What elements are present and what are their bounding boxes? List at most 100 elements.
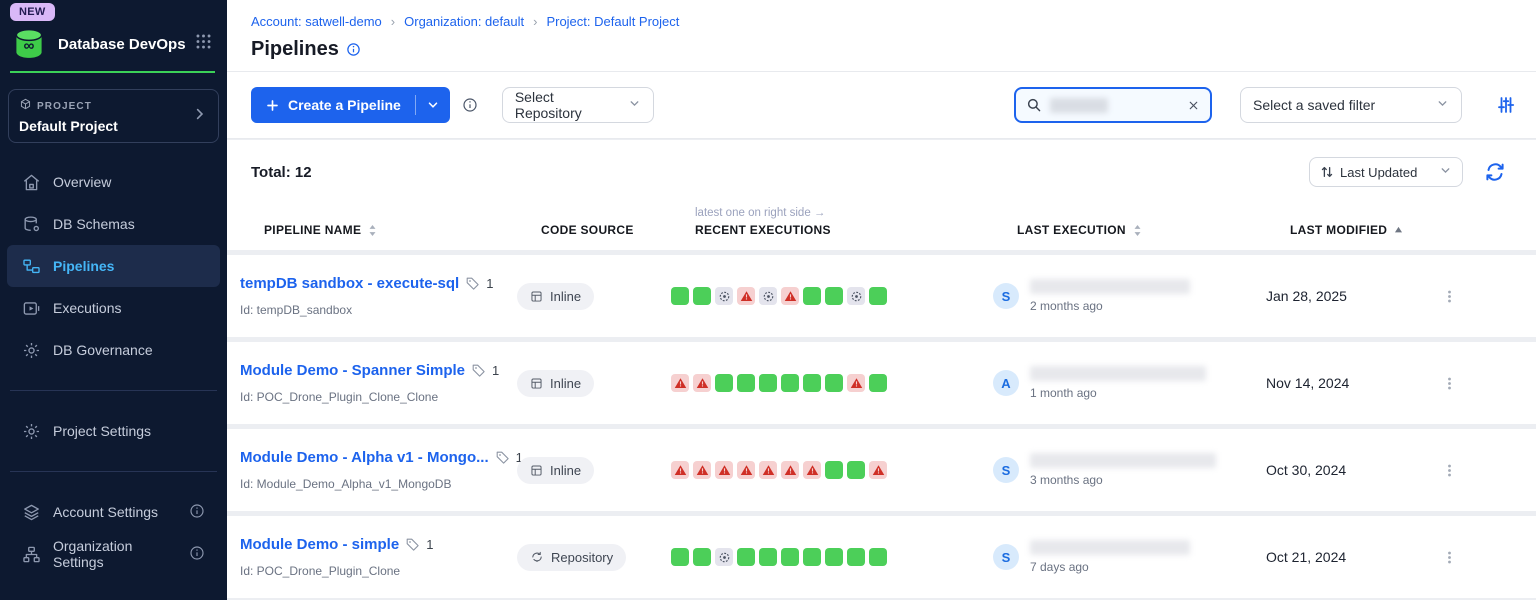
execution-status-failed[interactable] [693, 374, 711, 392]
execution-status-failed[interactable] [781, 461, 799, 479]
execution-status-success[interactable] [869, 548, 887, 566]
execution-status-success[interactable] [803, 548, 821, 566]
execution-status-success[interactable] [715, 374, 733, 392]
code-source-badge: Inline [517, 457, 594, 484]
row-actions-kebab-icon[interactable] [1438, 459, 1478, 482]
execution-status-success[interactable] [737, 548, 755, 566]
execution-status-success[interactable] [671, 287, 689, 305]
sort-asc-icon [1393, 226, 1404, 234]
inline-icon [530, 290, 543, 303]
execution-status-canceled[interactable] [715, 548, 733, 566]
execution-status-success[interactable] [759, 374, 777, 392]
execution-status-failed[interactable] [737, 287, 755, 305]
execution-status-success[interactable] [781, 374, 799, 392]
project-selector[interactable]: PROJECT Default Project [8, 89, 219, 143]
execution-status-success[interactable] [693, 548, 711, 566]
execution-status-success[interactable] [869, 374, 887, 392]
execution-status-failed[interactable] [847, 374, 865, 392]
pipeline-name-link[interactable]: Module Demo - Spanner Simple [240, 362, 465, 379]
execution-status-success[interactable] [825, 287, 843, 305]
info-icon[interactable] [346, 42, 361, 57]
info-icon[interactable] [189, 545, 205, 564]
sidebar-item-organization-settings[interactable]: Organization Settings [7, 533, 220, 575]
execution-status-failed[interactable] [781, 287, 799, 305]
column-header-code-source: CODE SOURCE [541, 223, 695, 237]
create-pipeline-button[interactable]: Create a Pipeline [251, 97, 415, 113]
column-header-last-execution[interactable]: LAST EXECUTION [1017, 223, 1290, 237]
execution-status-success[interactable] [781, 548, 799, 566]
search-icon [1026, 97, 1042, 113]
select-repository-dropdown[interactable]: Select Repository [502, 87, 654, 123]
execution-status-success[interactable] [759, 548, 777, 566]
execution-status-failed[interactable] [759, 461, 777, 479]
tag-icon [465, 276, 480, 291]
breadcrumb-account-link[interactable]: Account: satwell-demo [251, 14, 382, 29]
execution-status-success[interactable] [825, 461, 843, 479]
execution-status-success[interactable] [825, 548, 843, 566]
saved-filter-dropdown[interactable]: Select a saved filter [1240, 87, 1462, 123]
execution-status-success[interactable] [847, 548, 865, 566]
execution-status-canceled[interactable] [847, 287, 865, 305]
sidebar-item-account-settings[interactable]: Account Settings [7, 491, 220, 533]
sidebar-item-executions[interactable]: Executions [7, 287, 220, 329]
sidebar-item-db-schemas[interactable]: DB Schemas [7, 203, 220, 245]
breadcrumb-project-link[interactable]: Project: Default Project [546, 14, 679, 29]
execution-status-success[interactable] [803, 374, 821, 392]
execution-status-success[interactable] [737, 374, 755, 392]
apps-grid-icon[interactable] [194, 32, 213, 56]
execution-status-success[interactable] [825, 374, 843, 392]
code-source-cell: Inline [517, 370, 671, 397]
row-actions-kebab-icon[interactable] [1438, 285, 1478, 308]
recent-executions [671, 548, 993, 566]
execution-status-success[interactable] [693, 287, 711, 305]
row-actions-kebab-icon[interactable] [1438, 546, 1478, 569]
clear-search-icon[interactable] [1187, 99, 1200, 112]
execution-status-failed[interactable] [715, 461, 733, 479]
chevron-down-icon [628, 97, 641, 113]
code-source-badge: Repository [517, 544, 626, 571]
sidebar-item-project-settings[interactable]: Project Settings [7, 410, 220, 452]
warning-triangle-icon [806, 464, 819, 476]
execution-status-success[interactable] [847, 461, 865, 479]
pipeline-name-cell: Module Demo - simple 1 Id: POC_Drone_Plu… [240, 536, 517, 578]
column-header-recent-executions: latest one on right side → RECENT EXECUT… [695, 207, 1017, 237]
execution-status-failed[interactable] [737, 461, 755, 479]
info-icon[interactable] [462, 97, 478, 113]
refresh-icon[interactable] [1485, 162, 1505, 182]
execution-status-failed[interactable] [869, 461, 887, 479]
row-actions-kebab-icon[interactable] [1438, 372, 1478, 395]
create-pipeline-dropdown-button[interactable] [416, 98, 450, 112]
breadcrumb-organization-link[interactable]: Organization: default [404, 14, 524, 29]
pipeline-id: Id: POC_Drone_Plugin_Clone [240, 564, 517, 578]
pipeline-name-link[interactable]: tempDB sandbox - execute-sql [240, 275, 459, 292]
sidebar-item-overview[interactable]: Overview [7, 161, 220, 203]
execution-status-failed[interactable] [671, 461, 689, 479]
warning-triangle-icon [740, 290, 753, 302]
sidebar-item-label: Project Settings [53, 423, 151, 439]
execution-status-success[interactable] [869, 287, 887, 305]
warning-triangle-icon [784, 290, 797, 302]
execution-status-failed[interactable] [803, 461, 821, 479]
sidebar-item-label: Organization Settings [53, 538, 177, 570]
sort-dropdown[interactable]: Last Updated [1309, 157, 1463, 187]
sidebar-item-db-governance[interactable]: DB Governance [7, 329, 220, 371]
execution-status-failed[interactable] [693, 461, 711, 479]
info-icon[interactable] [189, 503, 205, 522]
execution-status-canceled[interactable] [759, 287, 777, 305]
pipeline-row: tempDB sandbox - execute-sql 1 Id: tempD… [227, 255, 1536, 337]
search-input[interactable] [1014, 87, 1212, 123]
filter-sliders-icon[interactable] [1496, 95, 1516, 115]
sidebar-item-pipelines[interactable]: Pipelines [7, 245, 220, 287]
execution-status-canceled[interactable] [715, 287, 733, 305]
warning-triangle-icon [674, 377, 687, 389]
pipeline-name-link[interactable]: Module Demo - Alpha v1 - Mongo... [240, 449, 489, 466]
pipeline-name-link[interactable]: Module Demo - simple [240, 536, 399, 553]
column-header-pipeline-name[interactable]: PIPELINE NAME [264, 223, 541, 237]
plus-icon [265, 98, 280, 113]
execution-status-success[interactable] [803, 287, 821, 305]
execution-status-failed[interactable] [671, 374, 689, 392]
execution-status-success[interactable] [671, 548, 689, 566]
column-header-last-modified[interactable]: LAST MODIFIED [1290, 223, 1462, 237]
executor-name-redacted [1030, 540, 1190, 555]
tag-icon [471, 363, 486, 378]
